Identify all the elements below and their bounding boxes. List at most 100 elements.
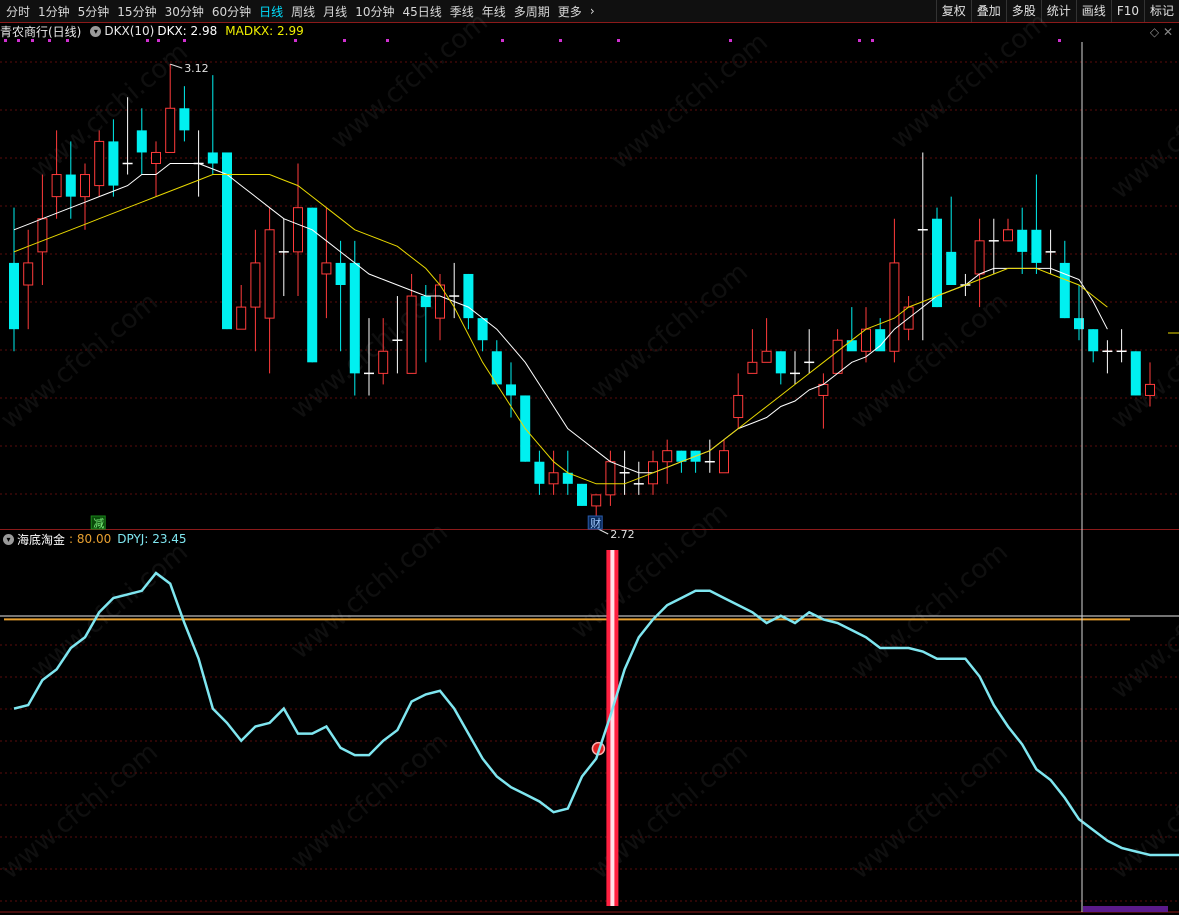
candle-body bbox=[293, 207, 303, 253]
watermark-text: www.cfchi.com bbox=[325, 7, 494, 155]
candle-body bbox=[51, 174, 62, 198]
candle bbox=[506, 362, 516, 418]
candle-body bbox=[946, 251, 957, 285]
candle bbox=[80, 163, 90, 230]
cai-marker-text: 财 bbox=[590, 516, 601, 530]
signal-dot bbox=[17, 39, 20, 42]
candle bbox=[690, 450, 701, 473]
candle-body bbox=[548, 472, 559, 485]
candle bbox=[491, 340, 502, 385]
signal-dot bbox=[66, 39, 69, 42]
candle bbox=[349, 240, 360, 396]
candle bbox=[1088, 329, 1099, 363]
watermark-text: www.cfchi.com bbox=[0, 737, 164, 885]
watermark-text: www.cfchi.com bbox=[285, 727, 454, 875]
watermark-text: www.cfchi.com bbox=[1105, 737, 1179, 885]
signal-dot bbox=[386, 39, 389, 42]
candle-body bbox=[321, 262, 332, 275]
candle bbox=[477, 318, 488, 352]
candle-body bbox=[761, 350, 772, 363]
candle bbox=[747, 329, 758, 374]
low-label: 2.72 bbox=[610, 528, 635, 541]
dkx-line bbox=[13, 163, 1108, 474]
candle-body bbox=[307, 207, 318, 363]
candle-body bbox=[832, 339, 843, 374]
crosshair-date-tab bbox=[1083, 906, 1168, 912]
candle-body bbox=[420, 296, 431, 308]
signal-dot bbox=[617, 39, 620, 42]
candle bbox=[207, 75, 218, 175]
candle bbox=[307, 207, 318, 363]
signal-dot bbox=[183, 39, 186, 42]
watermark-text: www.cfchi.com bbox=[845, 537, 1014, 685]
candle-body bbox=[264, 229, 275, 319]
watermark-text: www.cfchi.com bbox=[25, 537, 194, 685]
candle-body bbox=[1130, 351, 1141, 396]
candle bbox=[250, 229, 261, 352]
candle-body bbox=[349, 262, 360, 374]
signal-bar-core bbox=[610, 550, 615, 906]
candle bbox=[804, 329, 815, 374]
candle-body bbox=[889, 262, 900, 352]
signal-dot bbox=[4, 39, 7, 42]
candle bbox=[917, 152, 928, 341]
candle-body bbox=[23, 262, 34, 286]
candle-body bbox=[1145, 383, 1155, 396]
candle bbox=[136, 108, 147, 175]
candle-body bbox=[534, 461, 545, 484]
candle-body bbox=[1059, 262, 1070, 319]
candle bbox=[1017, 207, 1028, 274]
signal-dot bbox=[48, 39, 51, 42]
candle-body bbox=[9, 262, 19, 330]
chart-canvas[interactable]: www.cfchi.com www.cfchi.com www.cfchi.com w… bbox=[0, 0, 1179, 915]
candle bbox=[577, 483, 587, 506]
candle bbox=[846, 307, 857, 352]
candle-body bbox=[605, 461, 616, 496]
candle-body bbox=[406, 295, 417, 374]
candle-body bbox=[974, 240, 985, 275]
candle bbox=[946, 196, 957, 285]
candle-body bbox=[222, 152, 232, 330]
candle bbox=[179, 86, 190, 142]
watermark-text: www.cfchi.com bbox=[1105, 287, 1179, 435]
signal-dot bbox=[146, 39, 149, 42]
candle-body bbox=[506, 384, 516, 396]
jian-marker-text: 减 bbox=[93, 517, 104, 530]
candle bbox=[1003, 218, 1013, 242]
candle-body bbox=[733, 394, 744, 419]
candle bbox=[335, 240, 346, 352]
candle-body bbox=[747, 361, 758, 374]
candle bbox=[1031, 174, 1042, 274]
candle bbox=[278, 218, 289, 297]
candle bbox=[1102, 340, 1113, 374]
signal-dot bbox=[343, 39, 346, 42]
candle-body bbox=[1031, 229, 1042, 263]
watermark-text: www.cfchi.com bbox=[845, 287, 1014, 435]
signal-dot bbox=[729, 39, 732, 42]
chart-window: 分时 1分钟 5分钟 15分钟 30分钟 60分钟 日线 周线 月线 10分钟 45日线 季线 年线 多周… bbox=[0, 0, 1179, 915]
watermark-text: www.cfchi.com bbox=[0, 287, 164, 435]
grid-layer bbox=[0, 61, 1179, 913]
candle bbox=[1116, 329, 1127, 363]
candle-body bbox=[591, 494, 602, 507]
watermark-text: www.cfchi.com bbox=[1105, 557, 1179, 705]
candle bbox=[932, 207, 942, 308]
signal-dot bbox=[871, 39, 874, 42]
candle-body bbox=[932, 218, 942, 308]
candle bbox=[108, 119, 119, 197]
candle-body bbox=[80, 174, 90, 198]
signal-dot bbox=[559, 39, 562, 42]
signal-dot bbox=[294, 39, 297, 42]
watermark-text: www.cfchi.com bbox=[1105, 57, 1179, 205]
candle-body bbox=[236, 306, 247, 330]
signal-dot bbox=[1058, 39, 1061, 42]
candle-body bbox=[165, 107, 176, 153]
candle-body bbox=[775, 351, 786, 374]
candle-body bbox=[846, 340, 857, 352]
candle bbox=[761, 318, 772, 363]
candle bbox=[264, 207, 275, 374]
candle-body bbox=[378, 350, 389, 374]
watermark-text: www.cfchi.com bbox=[885, 7, 1054, 155]
candle bbox=[988, 218, 999, 274]
candle-body bbox=[1003, 229, 1013, 242]
